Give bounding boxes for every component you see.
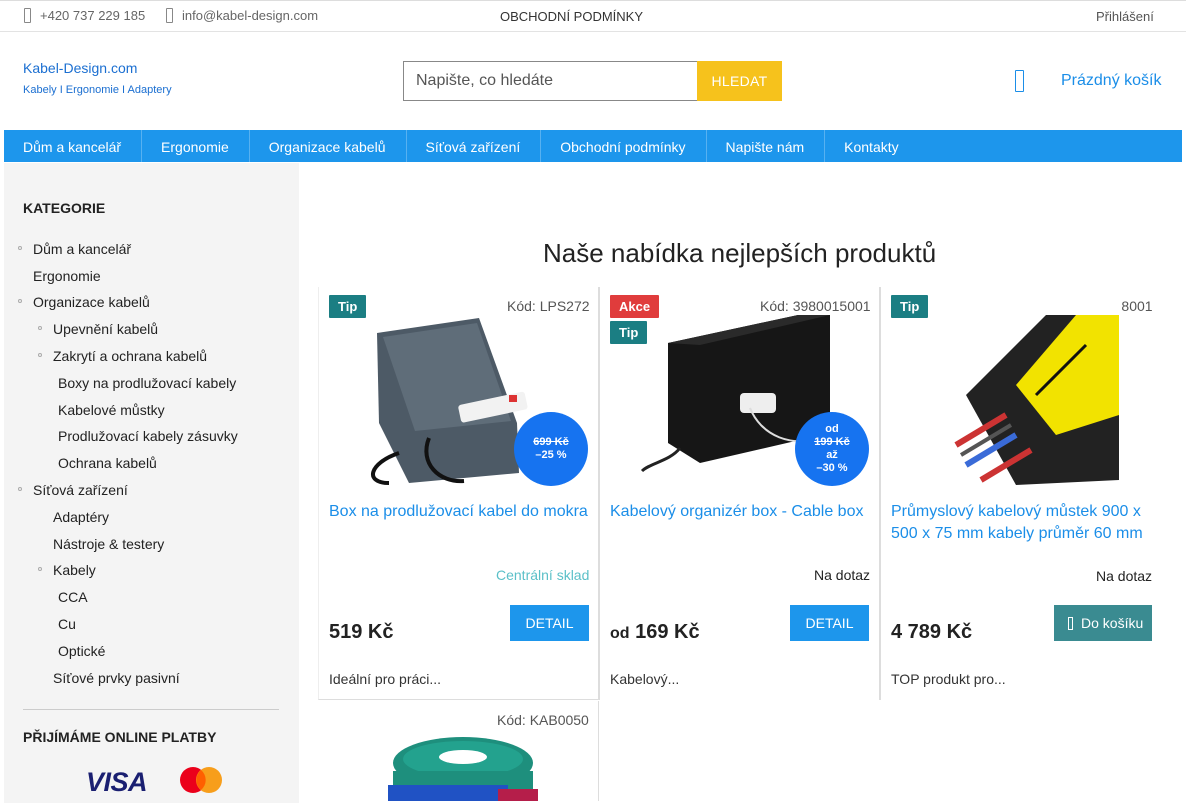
- price-value: 169 Kč: [635, 621, 700, 643]
- category-item[interactable]: Organizace kabelů: [33, 294, 150, 310]
- product-code: Kód: LPS272: [507, 298, 590, 314]
- add-to-cart-button[interactable]: Do košíku: [1054, 605, 1152, 641]
- product-card[interactable]: Tip Kód: LPS272 699 Kč –25 % Box na prod…: [318, 287, 599, 700]
- discount-circle: od 199 Kč až –30 %: [795, 412, 869, 486]
- sidebar-divider: [23, 709, 279, 710]
- category-item[interactable]: Dům a kancelář: [33, 241, 131, 257]
- price-prefix: od: [610, 625, 630, 642]
- category-item[interactable]: Upevnění kabelů: [53, 321, 158, 337]
- nav-item-write-us[interactable]: Napište nám: [707, 130, 826, 162]
- top-bar: +420 737 229 185 info@kabel-design.com O…: [0, 0, 1186, 32]
- categories-heading: KATEGORIE: [23, 200, 106, 216]
- price-value: 519 Kč: [329, 621, 394, 643]
- price-value: 4 789 Kč: [891, 621, 973, 643]
- email-address[interactable]: info@kabel-design.com: [182, 8, 318, 23]
- add-to-cart-label: Do košíku: [1081, 615, 1144, 631]
- discount-percent: –25 %: [535, 449, 567, 461]
- product-card[interactable]: Akce Tip Kód: 3980015001 od 199 Kč až –3…: [599, 287, 880, 700]
- bullet-icon: [38, 326, 42, 330]
- product-code: Kód: 3980015001: [760, 298, 871, 314]
- product-description: TOP produkt pro...: [891, 671, 1006, 687]
- terms-link[interactable]: OBCHODNÍ PODMÍNKY: [500, 9, 643, 24]
- bullet-icon: [38, 353, 42, 357]
- product-image[interactable]: [388, 735, 538, 801]
- payments-heading: PŘIJÍMÁME ONLINE PLATBY: [23, 729, 217, 745]
- nav-item-home-office[interactable]: Dům a kancelář: [4, 130, 143, 162]
- detail-button[interactable]: DETAIL: [510, 605, 589, 641]
- category-item[interactable]: Zakrytí a ochrana kabelů: [53, 348, 207, 364]
- availability: Centrální sklad: [496, 567, 590, 583]
- nav-item-network-devices[interactable]: Síťová zařízení: [407, 130, 542, 162]
- cart-icon[interactable]: [1015, 70, 1024, 92]
- product-name[interactable]: Box na prodlužovací kabel do mokra: [329, 501, 594, 523]
- category-item[interactable]: Kabely: [53, 562, 96, 578]
- category-item[interactable]: Boxy na prodlužovací kabely: [58, 375, 236, 391]
- product-code: Kód: KAB0050: [497, 712, 589, 728]
- discount-circle: 699 Kč –25 %: [514, 412, 588, 486]
- category-item[interactable]: Ergonomie: [33, 268, 101, 284]
- product-name[interactable]: Kabelový organizér box - Cable box: [610, 501, 875, 523]
- category-item[interactable]: Síťové prvky pasivní: [53, 670, 180, 686]
- bullet-icon: [18, 487, 22, 491]
- discount-upto: až: [826, 449, 838, 461]
- visa-logo: VISA: [86, 767, 148, 797]
- logo-subtitle[interactable]: Kabely I Ergonomie I Adaptery: [23, 84, 172, 96]
- detail-button[interactable]: DETAIL: [790, 605, 869, 641]
- bullet-icon: [18, 246, 22, 250]
- nav-item-terms[interactable]: Obchodní podmínky: [541, 130, 707, 162]
- sidebar: KATEGORIE Dům a kancelář Ergonomie Organ…: [4, 163, 299, 803]
- mastercard-logo: [180, 767, 222, 793]
- category-item[interactable]: Adaptéry: [53, 509, 109, 525]
- discount-old-price: 199 Kč: [814, 436, 850, 448]
- page-title: Naše nabídka nejlepších produktů: [543, 238, 937, 268]
- category-item[interactable]: Cu: [58, 616, 76, 632]
- tip-badge: Tip: [891, 295, 929, 318]
- discount-percent: –30 %: [816, 462, 848, 474]
- product-description: Kabelový...: [610, 671, 680, 687]
- product-card[interactable]: Kód: KAB0050: [318, 701, 599, 801]
- cart-label[interactable]: Prázdný košík: [1061, 72, 1161, 90]
- product-name[interactable]: Průmyslový kabelový můstek 900 x 500 x 7…: [891, 501, 1156, 545]
- product-description: Ideální pro práci...: [329, 671, 442, 687]
- nav-item-contacts[interactable]: Kontakty: [825, 130, 918, 162]
- category-item[interactable]: Kabelové můstky: [58, 402, 165, 418]
- logo-title[interactable]: Kabel-Design.com: [23, 60, 137, 76]
- bullet-icon: [18, 299, 22, 303]
- tip-badge: Tip: [329, 295, 367, 318]
- availability: Na dotaz: [1096, 568, 1153, 584]
- category-item[interactable]: CCA: [58, 589, 88, 605]
- discount-old-price: 699 Kč: [533, 436, 569, 448]
- product-price: 519 Kč: [329, 621, 394, 644]
- main-nav: Dům a kancelář Ergonomie Organizace kabe…: [4, 130, 1182, 162]
- category-item[interactable]: Optické: [58, 643, 105, 659]
- phone-number[interactable]: +420 737 229 185: [40, 8, 145, 23]
- search-input[interactable]: [403, 61, 697, 101]
- nav-item-cable-organization[interactable]: Organizace kabelů: [250, 130, 407, 162]
- product-card[interactable]: Tip Kód: 3980028001 Průmyslový kabelový …: [880, 287, 1180, 700]
- product-image[interactable]: [936, 295, 1126, 491]
- phone-icon: [24, 8, 31, 23]
- availability: Na dotaz: [814, 567, 871, 583]
- category-item[interactable]: Síťová zařízení: [33, 482, 128, 498]
- phone-contact[interactable]: +420 737 229 185: [24, 8, 145, 23]
- cart-button-icon: [1068, 617, 1073, 630]
- category-item[interactable]: Prodlužovací kabely zásuvky: [58, 428, 238, 444]
- search-button[interactable]: HLEDAT: [697, 61, 782, 101]
- nav-item-ergonomics[interactable]: Ergonomie: [142, 130, 250, 162]
- mail-icon: [166, 8, 173, 23]
- category-item[interactable]: Nástroje & testery: [53, 536, 164, 552]
- discount-from: od: [825, 423, 839, 435]
- product-price: 4 789 Kč: [891, 621, 972, 644]
- product-price: od 169 Kč: [610, 621, 700, 644]
- category-item[interactable]: Ochrana kabelů: [58, 455, 157, 471]
- bullet-icon: [38, 567, 42, 571]
- email-contact[interactable]: info@kabel-design.com: [166, 8, 318, 23]
- login-link[interactable]: Přihlášení: [1096, 9, 1154, 24]
